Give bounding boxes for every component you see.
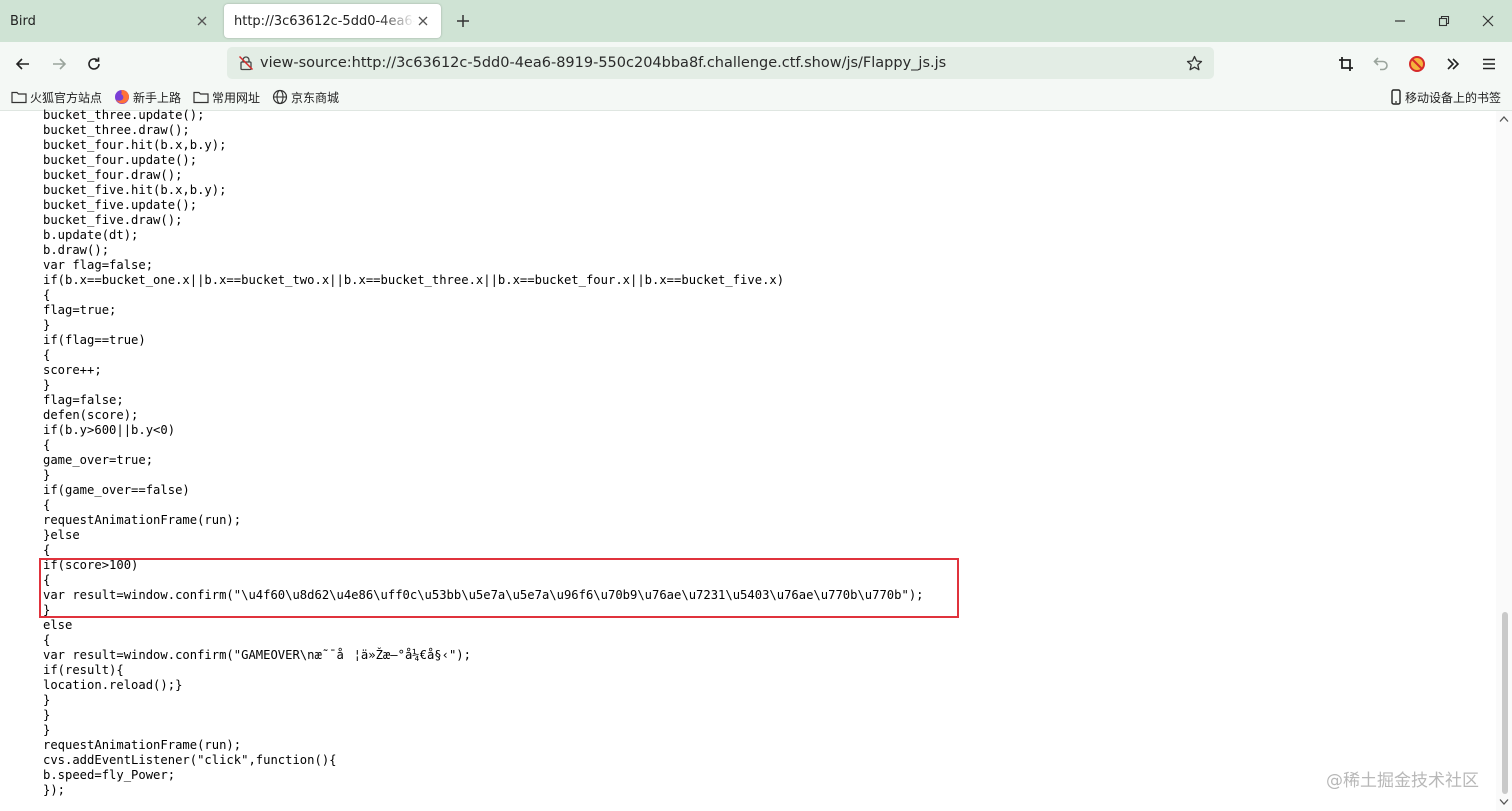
close-tab-icon[interactable] <box>415 13 431 29</box>
scroll-down-arrow-icon[interactable] <box>1498 796 1510 808</box>
bookmark-getting-started[interactable]: 新手上路 <box>114 88 181 106</box>
minimize-button[interactable] <box>1387 8 1413 34</box>
source-line: location.reload();} <box>43 678 183 692</box>
bookmark-label: 新手上路 <box>133 90 182 105</box>
source-line: if(game_over==false) <box>43 483 190 497</box>
source-line: bucket_four.draw(); <box>43 168 183 182</box>
folder-icon <box>11 90 27 104</box>
bookmark-label: 京东商城 <box>291 90 340 105</box>
bookmark-label: 常用网址 <box>212 90 261 105</box>
bookmark-firefox-site[interactable]: 火狐官方站点 <box>11 88 102 106</box>
undo-icon <box>1373 57 1388 71</box>
scroll-up-arrow-icon[interactable] <box>1498 113 1510 125</box>
source-line: b.draw(); <box>43 243 110 257</box>
restore-icon <box>1438 15 1450 27</box>
source-line: } <box>43 723 51 737</box>
source-line: } <box>43 708 51 722</box>
close-tab-icon[interactable] <box>194 13 210 29</box>
address-bar[interactable]: view-source:http://3c63612c-5dd0-4ea6-89… <box>227 47 1214 79</box>
source-line: defen(score); <box>43 408 139 422</box>
new-tab-button[interactable] <box>452 10 474 32</box>
source-line: } <box>43 693 51 707</box>
close-icon <box>1482 15 1494 27</box>
tab-strip: Bird http://3c63612c-5dd0-4ea6-8919-550c… <box>0 0 1512 42</box>
source-line: { <box>43 498 51 512</box>
arrow-right-icon <box>53 58 67 70</box>
source-line: flag=true; <box>43 303 117 317</box>
tab-source[interactable]: http://3c63612c-5dd0-4ea6-8919-550c204bb… <box>224 4 441 38</box>
watermark: @稀土掘金技术社区 <box>1326 771 1479 791</box>
chevron-double-right-icon <box>1447 58 1460 70</box>
source-line: b.speed=fly_Power; <box>43 768 176 782</box>
source-line: b.update(dt); <box>43 228 139 242</box>
screenshot-button[interactable] <box>1333 51 1359 77</box>
source-line: } <box>43 378 51 392</box>
source-line: flag=false; <box>43 393 124 407</box>
source-line: bucket_five.hit(b.x,b.y); <box>43 183 227 197</box>
bookmark-star-icon[interactable] <box>1180 55 1208 72</box>
source-line: if(result){ <box>43 663 124 677</box>
blocked-extension-icon <box>1409 56 1425 72</box>
source-line: } <box>43 318 51 332</box>
source-line: }else <box>43 528 80 542</box>
source-line: var flag=false; <box>43 258 154 272</box>
source-line: bucket_four.hit(b.x,b.y); <box>43 138 227 152</box>
back-button[interactable] <box>10 51 36 77</box>
source-line: }); <box>43 783 66 797</box>
tab-title: Bird <box>10 13 36 29</box>
source-line: { <box>43 288 51 302</box>
source-line: { <box>43 438 51 452</box>
source-line: game_over=true; <box>43 453 154 467</box>
source-line: cvs.addEventListener("click",function(){ <box>43 753 337 767</box>
source-line: bucket_three.update(); <box>43 108 205 122</box>
plus-icon <box>457 15 469 27</box>
undo-button[interactable] <box>1368 51 1394 77</box>
minimize-icon <box>1395 20 1405 22</box>
source-code-view: bucket_three.update(); bucket_three.draw(… <box>43 108 1483 798</box>
bookmarks-toolbar: 火狐官方站点 新手上路 常用网址 京东商城 移动设备上的书签 <box>0 84 1512 111</box>
highlight-annotation-box <box>39 558 959 618</box>
source-line: var result=window.confirm("GAMEOVER\næ˜¯… <box>43 648 471 662</box>
extension-button[interactable] <box>1404 51 1430 77</box>
source-line: bucket_three.draw(); <box>43 123 190 137</box>
tab-title: http://3c63612c-5dd0-4ea6-8919-550c204bb… <box>234 13 415 29</box>
folder-icon <box>193 90 209 104</box>
more-tools-button[interactable] <box>1440 51 1466 77</box>
source-line: requestAnimationFrame(run); <box>43 738 242 752</box>
source-line: { <box>43 543 51 557</box>
restore-button[interactable] <box>1431 8 1457 34</box>
insecure-lock-icon[interactable] <box>235 55 257 71</box>
tab-bird[interactable]: Bird <box>0 4 220 38</box>
bookmark-label: 火狐官方站点 <box>30 90 103 105</box>
source-line: } <box>43 468 51 482</box>
reload-icon <box>88 57 100 70</box>
source-line: requestAnimationFrame(run); <box>43 513 242 527</box>
mobile-device-icon <box>1390 89 1402 105</box>
source-line: { <box>43 348 51 362</box>
source-line: { <box>43 633 51 647</box>
source-line: if(b.x==bucket_one.x||b.x==bucket_two.x|… <box>43 273 785 287</box>
menu-button[interactable] <box>1476 51 1502 77</box>
source-line: if(flag==true) <box>43 333 146 347</box>
crop-icon <box>1339 57 1353 71</box>
source-line: bucket_five.update(); <box>43 198 198 212</box>
close-window-button[interactable] <box>1475 8 1501 34</box>
source-line: score++; <box>43 363 102 377</box>
source-line: else <box>43 618 73 632</box>
source-line: if(b.y>600||b.y<0) <box>43 423 176 437</box>
source-line: bucket_five.draw(); <box>43 213 183 227</box>
reload-button[interactable] <box>81 51 107 77</box>
bookmark-common-sites[interactable]: 常用网址 <box>193 88 260 106</box>
arrow-left-icon <box>15 58 29 70</box>
globe-icon <box>272 89 288 105</box>
bookmark-label: 移动设备上的书签 <box>1405 90 1502 105</box>
url-text[interactable]: view-source:http://3c63612c-5dd0-4ea6-89… <box>260 55 1180 71</box>
hamburger-menu-icon <box>1483 58 1495 70</box>
mobile-bookmarks[interactable]: 移动设备上的书签 <box>1390 88 1501 106</box>
source-line: bucket_four.update(); <box>43 153 198 167</box>
bookmark-jd[interactable]: 京东商城 <box>272 88 339 106</box>
firefox-icon <box>114 89 130 105</box>
scrollbar-thumb[interactable] <box>1502 612 1508 794</box>
forward-button[interactable] <box>46 51 72 77</box>
